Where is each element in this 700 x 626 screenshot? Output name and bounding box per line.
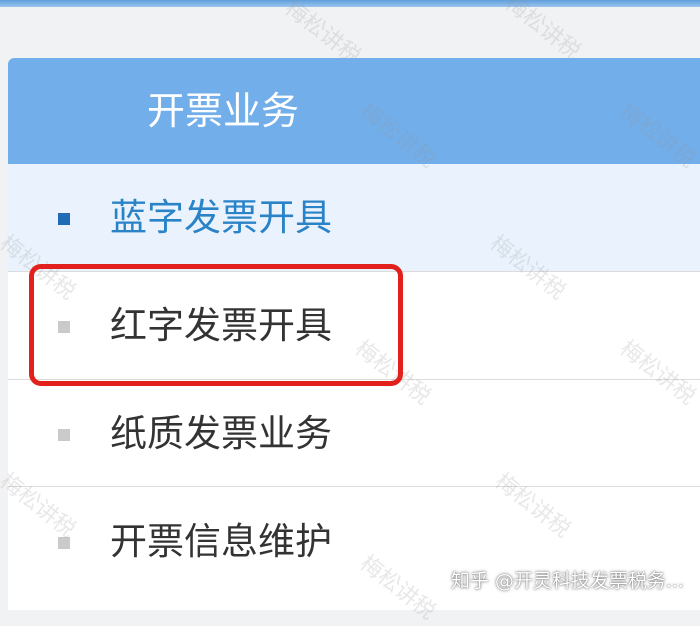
- panel-title: 开票业务: [147, 89, 300, 133]
- watermark-text: 梅松讲税: [500, 0, 585, 65]
- bullet-icon: [58, 429, 70, 441]
- menu-item-label: 红字发票开具: [110, 304, 332, 347]
- active-bullet-icon: [58, 213, 70, 225]
- menu-item-label: 纸质发票业务: [110, 412, 332, 455]
- menu-item-label: 开票信息维护: [110, 520, 332, 563]
- panel-header: 开票业务: [8, 58, 700, 164]
- window-top-strip: [0, 0, 700, 7]
- menu-item-paper-invoice[interactable]: 纸质发票业务: [8, 380, 700, 487]
- author-credit: 知乎 @开灵科技发票税务...: [450, 570, 684, 592]
- menu-item-label: 蓝字发票开具: [110, 196, 332, 239]
- bullet-icon: [58, 321, 70, 333]
- menu-item-blue-invoice[interactable]: 蓝字发票开具: [8, 164, 700, 272]
- menu-item-red-invoice[interactable]: 红字发票开具: [8, 272, 700, 380]
- invoicing-menu-panel: 开票业务 蓝字发票开具 红字发票开具 纸质发票业务 开票信息维护: [8, 58, 700, 610]
- bullet-icon: [58, 537, 70, 549]
